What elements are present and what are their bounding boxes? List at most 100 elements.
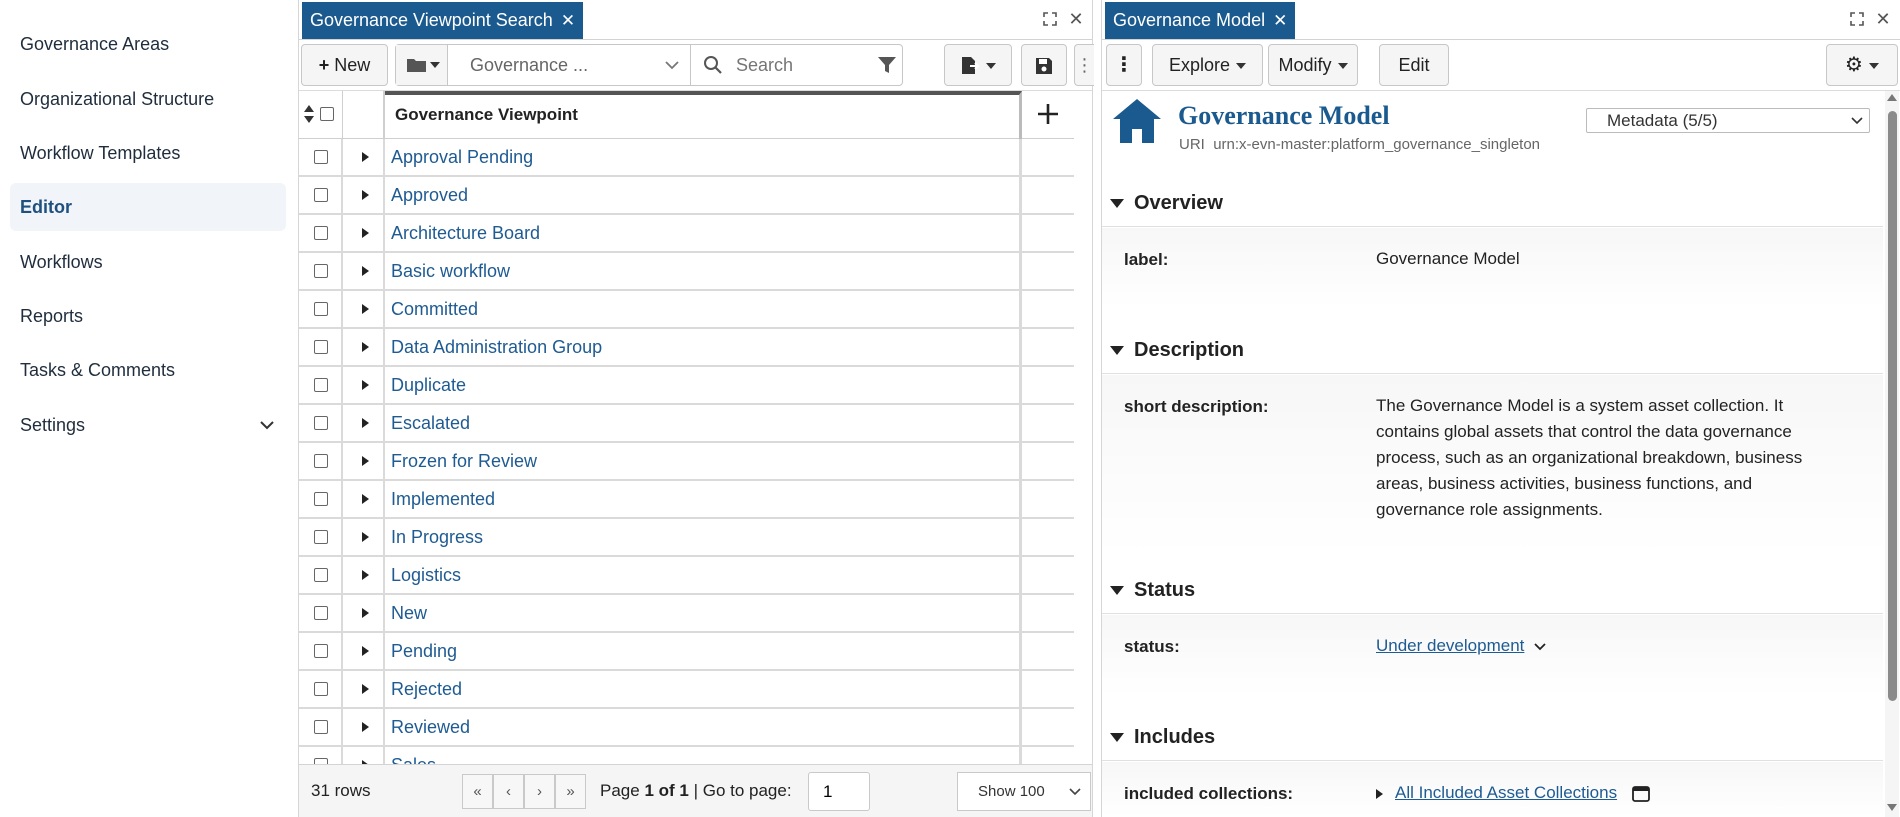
table-row[interactable]: Pending <box>299 633 1074 671</box>
sidebar-item-reports[interactable]: Reports <box>10 292 286 340</box>
table-row[interactable]: In Progress <box>299 519 1074 557</box>
table-row[interactable]: Escalated <box>299 405 1074 443</box>
description-section-toggle[interactable]: Description <box>1110 339 1244 362</box>
row-link[interactable]: Reviewed <box>391 709 470 745</box>
row-link[interactable]: Escalated <box>391 405 470 441</box>
search-input[interactable] <box>736 50 866 80</box>
table-row[interactable]: Duplicate <box>299 367 1074 405</box>
window-icon[interactable] <box>1631 785 1650 802</box>
caret-right-icon[interactable] <box>1376 788 1383 799</box>
row-checkbox[interactable] <box>314 416 328 430</box>
row-checkbox[interactable] <box>314 378 328 392</box>
row-checkbox[interactable] <box>314 340 328 354</box>
included-collections-link[interactable]: All Included Asset Collections <box>1395 783 1617 802</box>
close-panel-icon[interactable]: ✕ <box>1065 8 1087 30</box>
row-link[interactable]: Logistics <box>391 557 461 593</box>
table-row[interactable]: Reviewed <box>299 709 1074 747</box>
row-checkbox[interactable] <box>314 454 328 468</box>
caret-right-icon[interactable] <box>362 646 369 656</box>
scroll-thumb[interactable] <box>1888 111 1897 701</box>
row-checkbox[interactable] <box>314 264 328 278</box>
caret-right-icon[interactable] <box>362 190 369 200</box>
row-checkbox[interactable] <box>314 568 328 582</box>
table-row[interactable]: Approved <box>299 177 1074 215</box>
row-checkbox[interactable] <box>314 188 328 202</box>
caret-right-icon[interactable] <box>362 570 369 580</box>
row-link[interactable]: Implemented <box>391 481 495 517</box>
row-link[interactable]: Rejected <box>391 671 462 707</box>
table-row[interactable]: Rejected <box>299 671 1074 709</box>
sort-icon[interactable] <box>303 104 315 124</box>
row-link[interactable]: Pending <box>391 633 457 669</box>
row-link[interactable]: Approval Pending <box>391 139 533 175</box>
sidebar-item-workflows[interactable]: Workflows <box>10 238 286 286</box>
row-link[interactable]: Approved <box>391 177 468 213</box>
close-icon[interactable]: ✕ <box>1273 11 1287 30</box>
row-checkbox[interactable] <box>314 302 328 316</box>
maximize-icon[interactable] <box>1846 8 1868 30</box>
caret-right-icon[interactable] <box>362 304 369 314</box>
row-link[interactable]: Basic workflow <box>391 253 510 289</box>
modify-button[interactable]: Modify <box>1268 44 1358 86</box>
table-row[interactable]: Data Administration Group <box>299 329 1074 367</box>
row-checkbox[interactable] <box>314 720 328 734</box>
folder-select-button[interactable] <box>396 45 448 85</box>
table-row[interactable]: Architecture Board <box>299 215 1074 253</box>
close-icon[interactable]: ✕ <box>561 11 575 30</box>
plus-icon[interactable] <box>1037 103 1059 125</box>
row-checkbox[interactable] <box>314 150 328 164</box>
caret-right-icon[interactable] <box>362 342 369 352</box>
status-value[interactable]: Under development <box>1376 633 1547 659</box>
table-row[interactable]: Logistics <box>299 557 1074 595</box>
caret-right-icon[interactable] <box>362 266 369 276</box>
caret-right-icon[interactable] <box>362 456 369 466</box>
tab-governance-model[interactable]: Governance Model ✕ <box>1105 2 1296 39</box>
caret-right-icon[interactable] <box>362 418 369 428</box>
caret-right-icon[interactable] <box>362 532 369 542</box>
row-link[interactable]: Data Administration Group <box>391 329 602 365</box>
caret-right-icon[interactable] <box>362 494 369 504</box>
filter-icon[interactable] <box>877 56 897 75</box>
asset-type-select[interactable]: Governance ... <box>448 45 691 85</box>
export-button[interactable] <box>944 44 1012 86</box>
prev-page-button[interactable]: ‹ <box>493 774 524 809</box>
row-checkbox[interactable] <box>314 682 328 696</box>
table-row[interactable]: Committed <box>299 291 1074 329</box>
new-button[interactable]: + New <box>301 44 388 86</box>
sidebar-item-organizational-structure[interactable]: Organizational Structure <box>10 75 286 123</box>
more-toolbar-button[interactable]: ⋮ <box>1074 44 1094 86</box>
sidebar-item-tasks-comments[interactable]: Tasks & Comments <box>10 346 286 394</box>
goto-page-input[interactable] <box>808 772 870 811</box>
row-checkbox[interactable] <box>314 644 328 658</box>
status-link[interactable]: Under development <box>1376 636 1524 655</box>
row-link[interactable]: New <box>391 595 427 631</box>
metadata-select[interactable]: Metadata (5/5) <box>1586 108 1870 133</box>
page-size-select[interactable]: Show 100 <box>957 772 1091 811</box>
maximize-icon[interactable] <box>1039 8 1061 30</box>
caret-right-icon[interactable] <box>362 228 369 238</box>
includes-section-toggle[interactable]: Includes <box>1110 726 1215 749</box>
row-link[interactable]: Sales <box>391 747 436 764</box>
explore-button[interactable]: Explore <box>1152 44 1263 86</box>
more-actions-button[interactable]: ⋮ <box>1106 44 1142 86</box>
sidebar-item-governance-areas[interactable]: Governance Areas <box>10 20 286 68</box>
table-row[interactable]: Approval Pending <box>299 139 1074 177</box>
settings-button[interactable]: ⚙ <box>1826 44 1898 86</box>
row-link[interactable]: Committed <box>391 291 478 327</box>
row-checkbox[interactable] <box>314 226 328 240</box>
chevron-down-icon[interactable] <box>1533 642 1547 652</box>
table-row[interactable]: Frozen for Review <box>299 443 1074 481</box>
sidebar-item-editor[interactable]: Editor <box>10 183 286 231</box>
scroll-up-icon[interactable] <box>1887 94 1897 101</box>
save-button[interactable] <box>1021 44 1067 86</box>
caret-right-icon[interactable] <box>362 152 369 162</box>
first-page-button[interactable]: « <box>462 774 493 809</box>
table-row[interactable]: Sales <box>299 747 1074 764</box>
table-row[interactable]: Basic workflow <box>299 253 1074 291</box>
details-scrollbar[interactable] <box>1885 91 1899 817</box>
scroll-down-icon[interactable] <box>1887 804 1897 811</box>
caret-right-icon[interactable] <box>362 380 369 390</box>
last-page-button[interactable]: » <box>555 774 586 809</box>
tab-governance-viewpoint-search[interactable]: Governance Viewpoint Search ✕ <box>302 2 584 39</box>
next-page-button[interactable]: › <box>524 774 555 809</box>
